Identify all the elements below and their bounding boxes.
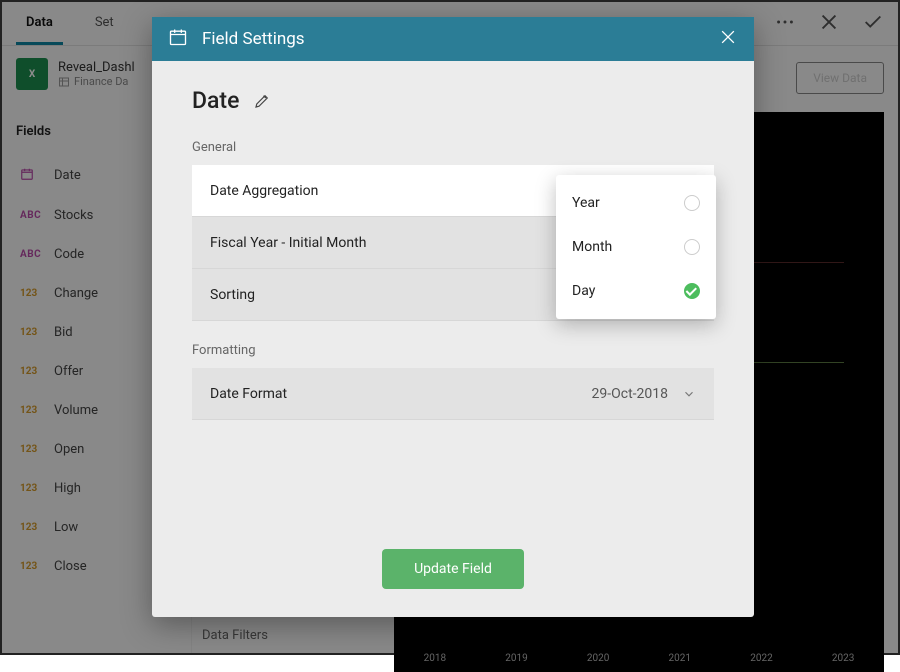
aggregation-popup: Year Month Day xyxy=(556,175,716,319)
aggregation-option-year-label: Year xyxy=(572,195,600,211)
radio-unchecked-icon xyxy=(684,195,700,211)
section-formatting-label: Formatting xyxy=(192,343,714,358)
modal-title: Field Settings xyxy=(202,29,704,49)
field-name-heading: Date xyxy=(192,87,239,114)
field-settings-modal: Field Settings Date General Date Aggrega… xyxy=(152,17,754,617)
modal-close-icon[interactable] xyxy=(718,27,738,51)
aggregation-option-month-label: Month xyxy=(572,239,612,255)
row-fiscal-year-label: Fiscal Year - Initial Month xyxy=(210,235,366,251)
update-field-button[interactable]: Update Field xyxy=(382,549,524,589)
section-general-label: General xyxy=(192,140,714,155)
row-date-format[interactable]: Date Format 29-Oct-2018 xyxy=(192,368,714,420)
aggregation-option-year[interactable]: Year xyxy=(556,181,716,225)
aggregation-option-day-label: Day xyxy=(572,283,595,299)
date-format-value: 29-Oct-2018 xyxy=(592,386,669,402)
radio-unchecked-icon xyxy=(684,239,700,255)
aggregation-option-day[interactable]: Day xyxy=(556,269,716,313)
edit-name-icon[interactable] xyxy=(253,92,271,110)
aggregation-option-month[interactable]: Month xyxy=(556,225,716,269)
radio-checked-icon xyxy=(684,283,700,299)
row-date-format-label: Date Format xyxy=(210,386,287,402)
row-sorting-label: Sorting xyxy=(210,287,255,303)
calendar-settings-icon xyxy=(168,27,188,51)
row-date-aggregation-label: Date Aggregation xyxy=(210,183,318,199)
chevron-down-icon xyxy=(682,387,696,401)
